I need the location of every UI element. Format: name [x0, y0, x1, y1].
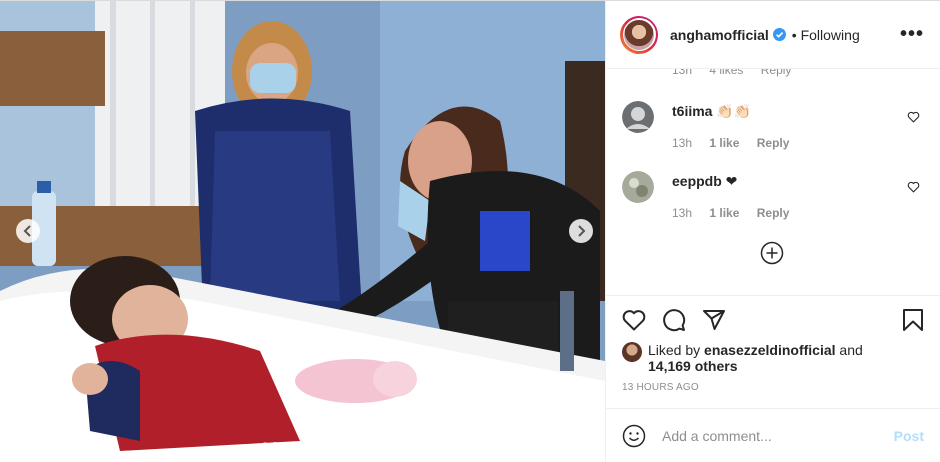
commenter-avatar[interactable] [622, 101, 654, 133]
load-more-comments-icon[interactable] [760, 241, 784, 265]
save-bookmark-icon[interactable] [902, 308, 924, 332]
action-icons [622, 306, 924, 334]
comment-body: t6iima 👏🏻👏🏻 13h 1 like Reply [672, 101, 924, 150]
post-timestamp[interactable]: 13 HOURS AGO [622, 382, 924, 393]
share-paper-plane-icon[interactable] [702, 308, 726, 332]
more-options-button[interactable]: ••• [900, 23, 924, 46]
comment-bubble-icon[interactable] [662, 308, 686, 332]
following-button[interactable]: • Following [792, 27, 860, 43]
comment-likes[interactable]: 1 like [709, 136, 739, 150]
instagram-post: anghamofficial • Following ••• 13h 4 lik… [0, 0, 940, 462]
commenter-username[interactable]: eeppdb [672, 173, 722, 189]
comment-text: t6iima 👏🏻👏🏻 [672, 103, 924, 120]
comment-likes[interactable]: 4 likes [709, 69, 743, 77]
comment-meta: 13h 1 like Reply [672, 136, 924, 150]
comment-like-heart-icon[interactable] [907, 181, 920, 193]
post-comment-button[interactable]: Post [894, 428, 924, 444]
comment-meta-partial: 13h 4 likes Reply [672, 69, 805, 77]
next-photo-button[interactable] [569, 219, 593, 243]
liked-by-prefix: Liked by [648, 342, 701, 358]
chevron-left-icon [23, 225, 31, 237]
comment-likes[interactable]: 1 like [709, 206, 739, 220]
carousel-indicator [262, 442, 278, 448]
comment-reply-button[interactable]: Reply [757, 136, 790, 150]
like-heart-icon[interactable] [622, 309, 646, 331]
post-sidebar: anghamofficial • Following ••• 13h 4 lik… [605, 1, 940, 462]
avatar-image [624, 19, 654, 50]
comment-time: 13h [672, 136, 693, 150]
comment-message: ❤ [725, 173, 738, 189]
add-comment-bar: Post [606, 408, 940, 462]
comment-body: eeppdb ❤ 13h 1 like Reply [672, 171, 924, 220]
comment-meta: 13h 1 like Reply [672, 206, 924, 220]
likes-text: Liked by enasezzeldinofficial and 14,169… [648, 342, 863, 374]
comments-list[interactable]: 13h 4 likes Reply t6iima 👏🏻👏🏻 13h 1 like… [606, 69, 940, 295]
verified-badge-icon [772, 28, 786, 41]
likes-connector: and [839, 342, 863, 358]
likes-count[interactable]: 14,169 others [648, 358, 738, 374]
carousel-dot-active [272, 442, 278, 448]
liker-avatar[interactable] [622, 342, 642, 362]
profile-avatar[interactable] [620, 15, 658, 54]
emoji-icon[interactable] [622, 424, 646, 448]
post-actions: Liked by enasezzeldinofficial and 14,169… [606, 295, 940, 393]
post-header: anghamofficial • Following ••• [606, 1, 940, 69]
commenter-avatar[interactable] [622, 171, 654, 203]
comment-reply-button[interactable]: Reply [761, 69, 792, 77]
comment-reply-button[interactable]: Reply [757, 206, 790, 220]
comment-text: eeppdb ❤ [672, 173, 924, 190]
comment-like-heart-icon[interactable] [907, 111, 920, 123]
avatar-inner [622, 18, 656, 51]
comment-message: 👏🏻👏🏻 [716, 103, 752, 119]
comment-time: 13h [672, 206, 693, 220]
chevron-right-icon [578, 225, 586, 237]
likes-summary: Liked by enasezzeldinofficial and 14,169… [622, 342, 924, 374]
commenter-username[interactable]: t6iima [672, 103, 712, 119]
carousel-dot [262, 442, 268, 448]
previous-photo-button[interactable] [16, 219, 40, 243]
comment-item: t6iima 👏🏻👏🏻 13h 1 like Reply [622, 101, 924, 150]
comment-input[interactable] [660, 426, 894, 445]
username-link[interactable]: anghamofficial [670, 27, 769, 43]
liker-username[interactable]: enasezzeldinofficial [704, 342, 835, 358]
post-photo[interactable] [0, 1, 605, 462]
comment-time: 13h [672, 69, 693, 77]
comment-item: eeppdb ❤ 13h 1 like Reply [622, 171, 924, 220]
photo-illustration [0, 1, 605, 462]
